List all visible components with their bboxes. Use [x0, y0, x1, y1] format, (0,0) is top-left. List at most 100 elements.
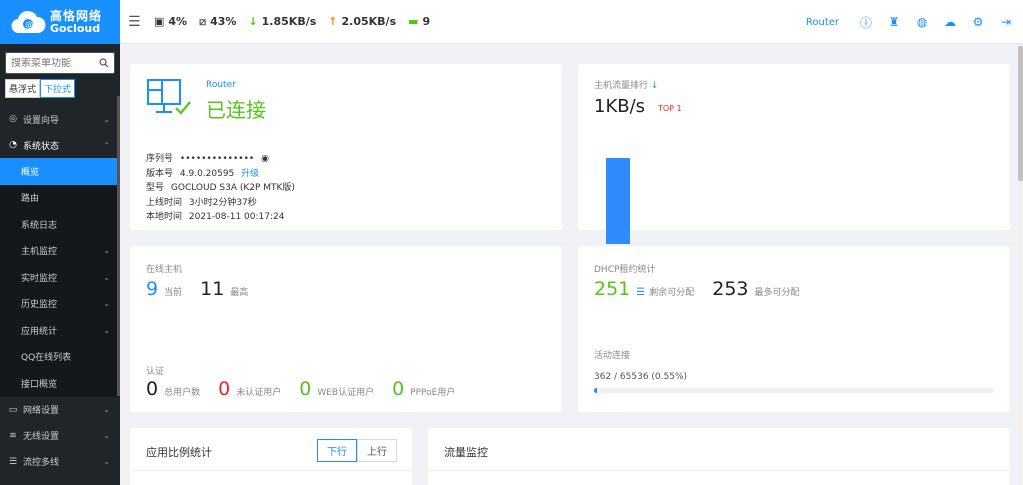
- arrow-down-icon: ↓: [248, 15, 258, 28]
- traffic-bar[interactable]: [606, 158, 630, 244]
- sidebar-item-label: 历史监控: [21, 300, 58, 311]
- auth-total-label: 总用户数: [164, 388, 201, 398]
- logo[interactable]: @ 高恪网络 Gocloud: [0, 0, 120, 44]
- sidebar: @ 高恪网络 Gocloud 悬浮式 下拉式 ◎ 设置向导 ⌄ ◔ 系统状态 ⌃…: [0, 0, 120, 485]
- version-row: 版本号 4.9.0.20595 升级: [146, 167, 295, 182]
- chevron-down-icon: ⌄: [103, 405, 110, 414]
- sidebar-item-wizard[interactable]: ◎ 设置向导 ⌄: [0, 106, 120, 132]
- sidebar-item-label: 主机监控: [21, 247, 58, 258]
- page-scrollbar[interactable]: [1018, 44, 1023, 485]
- chevron-down-icon: ⌄: [103, 246, 110, 256]
- auth-unauth-label: 未认证用户: [236, 388, 282, 398]
- sidebar-item-system-status[interactable]: ◔ 系统状态 ⌃: [0, 132, 120, 158]
- app-ratio-tabs: 下行 上行: [317, 439, 397, 462]
- globe-icon[interactable]: ◍: [915, 15, 929, 29]
- sidebar-item-history-monitor[interactable]: 历史监控 ⌄: [0, 291, 120, 318]
- compass-icon: ◎: [9, 114, 17, 124]
- chevron-down-icon: ⌄: [103, 114, 110, 124]
- type-label: 型号: [146, 183, 165, 193]
- conn-progress: [594, 388, 994, 393]
- model-link[interactable]: Router: [206, 80, 236, 90]
- auth-pppoe-label: PPPoE用户: [410, 388, 456, 398]
- chevron-down-icon: ⌄: [103, 299, 110, 309]
- chevron-up-icon: ⌃: [103, 140, 110, 150]
- sidebar-item-network[interactable]: ▭ 网络设置 ⌄: [0, 397, 120, 423]
- traffic-rank-title[interactable]: 主机流量排行 ↓: [594, 78, 658, 91]
- chevron-down-icon: ⌄: [103, 457, 110, 466]
- sidebar-item-interface-overview[interactable]: 接口概览: [0, 370, 120, 397]
- version-value: 4.9.0.20595: [179, 168, 235, 179]
- system-status-submenu: 概览 路由 系统日志 主机监控 ⌄ 实时监控 ⌄ 历史监控 ⌄ 应用统计 ⌄ QQ在线列…: [0, 158, 120, 397]
- auth-unauth: 0: [218, 378, 231, 400]
- monitor-icon: ▭: [8, 404, 18, 415]
- arrow-up-icon: ↑: [328, 15, 338, 28]
- cpu-stat: ▣ 4%: [154, 15, 187, 28]
- type-row: 型号 GOCLOUD S3A (K2P MTK版): [146, 181, 295, 196]
- wifi-icon: ≋: [9, 430, 17, 441]
- upload-stat: ↑ 2.05KB/s: [328, 15, 396, 28]
- hosts-value: 9: [422, 15, 431, 28]
- uptime-label: 上线时间: [146, 197, 183, 208]
- download-stat: ↓ 1.85KB/s: [248, 15, 316, 28]
- sidebar-item-realtime-monitor[interactable]: 实时监控 ⌄: [0, 264, 120, 291]
- top-actions: Router ⓘ ♜ ◍ ☁ ⚙ ⇥: [806, 0, 1013, 44]
- mode-float-button[interactable]: 悬浮式: [5, 79, 41, 98]
- top-badge: TOP 1: [658, 104, 682, 113]
- serial-label: 序列号: [146, 154, 174, 164]
- sidebar-item-wireless[interactable]: ≋ 无线设置 ⌄: [0, 423, 120, 449]
- collapse-menu-icon[interactable]: ☰: [128, 14, 142, 30]
- version-label: 版本号: [146, 168, 174, 179]
- tab-downlink[interactable]: 下行: [317, 439, 357, 462]
- sidebar-item-flow-control[interactable]: ☰ 流控多线 ⌄: [0, 449, 120, 475]
- upgrade-link[interactable]: 升级: [241, 169, 259, 179]
- eye-icon[interactable]: ◉: [261, 154, 269, 164]
- sidebar-item-label: 流控多线: [23, 458, 60, 468]
- sidebar-item-qq-online[interactable]: QQ在线列表: [0, 344, 120, 371]
- sidebar-item-syslog[interactable]: 系统日志: [0, 211, 120, 238]
- page-scrollbar-thumb[interactable]: [1018, 46, 1023, 181]
- localtime-value: 2021-08-11 00:17:24: [188, 212, 285, 222]
- uptime-value: 3小时2分钟37秒: [188, 197, 257, 208]
- chevron-down-icon: ⌄: [103, 431, 110, 440]
- divider: [428, 470, 1010, 471]
- sidebar-item-label: 设置向导: [23, 115, 60, 126]
- cloud-upload-icon[interactable]: ☁: [943, 15, 957, 29]
- online-title: 在线主机: [146, 265, 183, 275]
- memory-icon: ⧄: [199, 14, 207, 28]
- menu-search[interactable]: [5, 52, 115, 74]
- sidebar-item-overview[interactable]: 概览: [0, 158, 120, 185]
- gear-icon[interactable]: ⚙: [971, 15, 985, 29]
- info-icon[interactable]: ⓘ: [859, 15, 873, 30]
- sort-down-icon[interactable]: ↓: [651, 81, 659, 91]
- list-icon[interactable]: ☰: [636, 287, 645, 298]
- logout-icon[interactable]: ⇥: [999, 15, 1013, 29]
- cpu-value: 4%: [168, 15, 188, 28]
- traffic-rank-card: 主机流量排行 ↓ 1KB/s TOP 1: [578, 64, 1010, 244]
- sidebar-item-label: 应用统计: [21, 326, 58, 337]
- localtime-label: 本地时间: [146, 212, 183, 222]
- shirt-icon[interactable]: ♜: [887, 15, 901, 29]
- traffic-rate: 1KB/s: [594, 96, 646, 117]
- menu-search-input[interactable]: [11, 57, 99, 69]
- flow-monitor-title: 流量监控: [444, 446, 488, 459]
- conn-title: 活动连接: [594, 351, 631, 361]
- serial-value: ••••••••••••••: [179, 154, 255, 164]
- mode-dropdown-button[interactable]: 下拉式: [40, 79, 76, 98]
- auth-total: 0: [146, 378, 159, 400]
- app-ratio-card: 应用比例统计 下行 上行: [130, 428, 412, 485]
- topbar: ☰ ▣ 4% ⧄ 43% ↓ 1.85KB/s ↑ 2.05KB/s ▬ 9 R…: [120, 0, 1023, 44]
- tab-uplink[interactable]: 上行: [357, 439, 397, 462]
- sidebar-item-host-monitor[interactable]: 主机监控 ⌄: [0, 238, 120, 265]
- search-icon[interactable]: [99, 58, 109, 68]
- dhcp-max-label: 最多可分配: [754, 288, 800, 298]
- menu-mode-switch: 悬浮式 下拉式: [5, 79, 115, 98]
- main-content: Router 已连接 序列号 •••••••••••••• ◉ 版本号 4.9.…: [120, 44, 1023, 485]
- auth-web-label: WEB认证用户: [317, 388, 375, 398]
- sidebar-item-app-stats[interactable]: 应用统计 ⌄: [0, 317, 120, 344]
- divider: [130, 470, 412, 471]
- online-stats: 9 当前 11 最高: [146, 278, 266, 300]
- router-link[interactable]: Router: [806, 17, 839, 28]
- online-hosts-card: 在线主机 9 当前 11 最高 认证 0 总用户数 0 未认证用户 0 WEB认…: [130, 246, 562, 412]
- hosts-stat: ▬ 9: [408, 15, 430, 28]
- sidebar-item-routes[interactable]: 路由: [0, 185, 120, 212]
